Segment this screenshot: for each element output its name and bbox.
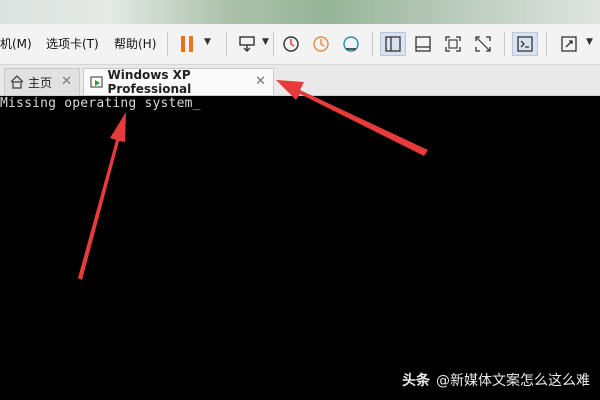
toolbar-divider xyxy=(372,32,373,56)
chevron-down-icon[interactable]: ▼ xyxy=(204,37,211,47)
chevron-down-icon[interactable]: ▼ xyxy=(586,37,593,47)
toolbar-divider xyxy=(167,32,168,56)
snapshot-button[interactable] xyxy=(278,32,304,56)
toolbar-divider xyxy=(546,32,547,56)
close-icon[interactable]: ✕ xyxy=(255,74,266,89)
bottom-panel-layout-icon xyxy=(415,36,431,52)
tab-windows-xp-label: Windows XP Professional xyxy=(107,67,192,96)
tab-home-label: 主页 xyxy=(28,75,53,90)
menu-tabs[interactable]: 选项卡(T) xyxy=(46,35,99,52)
chevron-down-icon[interactable]: ▼ xyxy=(262,37,269,47)
boot-error-message: Missing operating system_ xyxy=(0,96,201,111)
watermark: 头条 @新媒体文案怎么这么难 xyxy=(402,370,590,390)
terminal-icon xyxy=(517,36,533,52)
sidebar-view-button[interactable] xyxy=(380,32,406,56)
menu-toolbar: 机(M) 选项卡(T) 帮助(H) ▼ ▼ ▼ xyxy=(0,24,600,65)
pause-button[interactable] xyxy=(174,32,200,56)
pause-icon xyxy=(181,36,193,52)
watermark-brand: 头条 xyxy=(402,373,430,389)
snapshot-clock-icon xyxy=(283,36,299,52)
snapshot-manager-button[interactable] xyxy=(338,32,364,56)
menu-vm[interactable]: 机(M) xyxy=(0,35,32,52)
tab-windows-xp[interactable]: Windows XP Professional ✕ xyxy=(83,67,274,96)
vm-icon xyxy=(90,75,103,88)
thumbnail-view-button[interactable] xyxy=(410,32,436,56)
home-icon xyxy=(10,75,24,89)
snapshot-manager-icon xyxy=(343,36,359,52)
close-icon[interactable]: ✕ xyxy=(61,74,72,89)
tab-home[interactable]: 主页 ✕ xyxy=(4,68,80,95)
watermark-handle: @新媒体文案怎么这么难 xyxy=(436,373,590,389)
fullscreen-icon xyxy=(445,36,461,52)
toolbar-divider xyxy=(504,32,505,56)
revert-clock-icon xyxy=(313,36,329,52)
blurred-header-strip xyxy=(0,0,600,24)
unity-mode-icon xyxy=(475,36,491,52)
sidebar-layout-icon xyxy=(385,36,401,52)
send-keys-button[interactable] xyxy=(234,32,260,56)
vm-console-screen[interactable]: Missing operating system_ xyxy=(0,96,600,400)
console-view-button[interactable] xyxy=(512,32,538,56)
menu-help[interactable]: 帮助(H) xyxy=(114,35,156,52)
toolbar-divider xyxy=(273,32,274,56)
fullscreen-button[interactable] xyxy=(440,32,466,56)
stretch-guest-button[interactable] xyxy=(556,32,582,56)
stretch-icon xyxy=(561,36,577,52)
toolbar-divider xyxy=(226,32,227,56)
revert-snapshot-button[interactable] xyxy=(308,32,334,56)
tab-bar: 主页 ✕ Windows XP Professional ✕ xyxy=(0,65,600,96)
unity-mode-button[interactable] xyxy=(470,32,496,56)
keyboard-send-icon xyxy=(239,36,255,52)
